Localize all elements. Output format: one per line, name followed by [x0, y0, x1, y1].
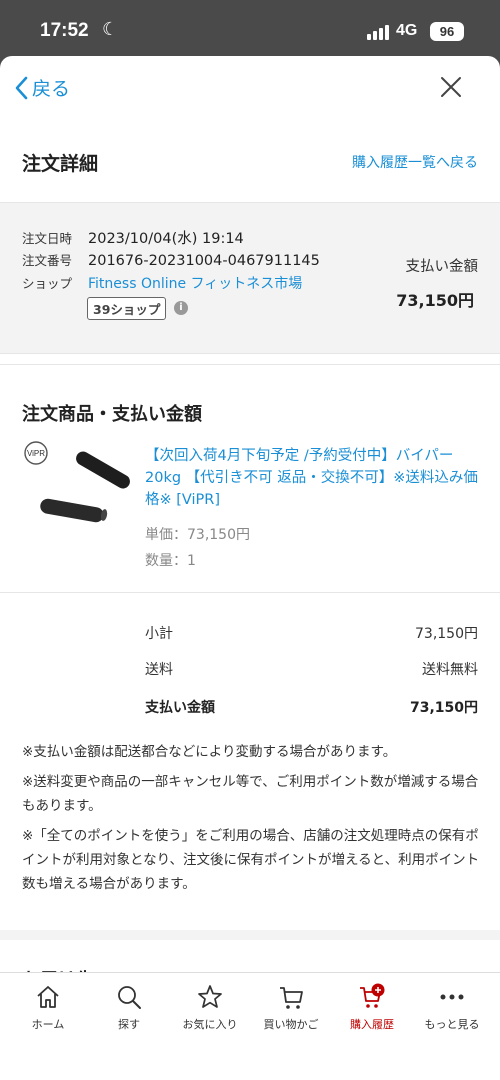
- tab-label: 探す: [118, 1018, 140, 1031]
- order-number-row: 注文番号 201676-20231004-0467911145: [22, 250, 320, 269]
- payment-label: 支払い金額: [405, 259, 479, 275]
- page-header: 注文詳細 購入履歴一覧へ戻る: [0, 124, 500, 202]
- tab-purchase-history[interactable]: 購入履歴: [331, 983, 413, 1032]
- shop-link[interactable]: Fitness Online フィットネス市場: [88, 273, 302, 293]
- shipping-value: 送料無料: [422, 662, 478, 678]
- shipping-row: 送料 送料無料: [145, 659, 478, 679]
- shop-badge: 39ショップ: [87, 297, 167, 320]
- order-date-row: 注文日時 2023/10/04(水) 19:14: [22, 227, 244, 248]
- order-number-value: 201676-20231004-0467911145: [88, 253, 320, 269]
- signal-icon: [367, 24, 389, 40]
- tab-label: ホーム: [31, 1018, 65, 1031]
- chevron-left-icon: [15, 76, 28, 99]
- shop-label: ショップ: [22, 276, 73, 291]
- total-value: 73,150円: [409, 700, 478, 716]
- tab-home[interactable]: ホーム: [7, 983, 89, 1032]
- more-icon: [440, 994, 464, 1000]
- bottom-tab-bar: ホーム 探す お気に入り 買い物かご 購入履歴 もっと見る: [0, 972, 500, 1080]
- tab-favorites[interactable]: お気に入り: [169, 983, 251, 1032]
- history-list-link[interactable]: 購入履歴一覧へ戻る: [352, 152, 478, 172]
- product-logo: ViPR: [27, 449, 45, 458]
- total-label: 支払い金額: [145, 700, 215, 716]
- star-icon: [198, 985, 222, 1008]
- tab-label: 買い物かご: [263, 1018, 319, 1031]
- close-icon[interactable]: [440, 76, 462, 98]
- tab-label: もっと見る: [424, 1018, 480, 1031]
- order-date-label: 注文日時: [22, 231, 73, 246]
- tab-cart[interactable]: 買い物かご: [250, 983, 332, 1032]
- order-items-section: 注文商品・支払い金額 ViPR 【次回入荷4月下旬予定 /予約受付中】バイパー …: [0, 364, 500, 569]
- total-row: 支払い金額 73,150円: [145, 697, 478, 717]
- order-date-value: 2023/10/04(水) 19:14: [88, 231, 244, 247]
- back-button[interactable]: 戻る: [14, 74, 70, 101]
- cart-icon: [280, 987, 303, 1009]
- order-summary: 注文日時 2023/10/04(水) 19:14 注文番号 201676-202…: [0, 202, 500, 354]
- shipping-label: 送料: [145, 662, 173, 678]
- note-item: ※「全てのポイントを使う」をご利用の場合、店舗の注文処理時点の保有ポイントが利用…: [22, 828, 480, 892]
- unit-price: 単価：73,150円: [145, 527, 250, 543]
- quantity: 数量：1: [145, 553, 196, 569]
- payment-amount: 73,150円: [396, 291, 474, 310]
- status-time: 17:52: [40, 20, 89, 41]
- tab-more[interactable]: もっと見る: [411, 983, 493, 1032]
- purchase-history-icon: [360, 983, 385, 1008]
- totals-section: 小計 73,150円 送料 送料無料 支払い金額 73,150円: [0, 592, 500, 716]
- network-label: 4G: [396, 22, 418, 39]
- section-title: 注文商品・支払い金額: [22, 404, 202, 425]
- home-icon: [37, 986, 59, 1008]
- note-item: ※支払い金額は配送都合などにより変動する場合があります。: [22, 744, 397, 760]
- order-detail-sheet: 戻る 注文詳細 購入履歴一覧へ戻る 注文日時 2023/10/04(水) 19:…: [0, 56, 500, 1080]
- notes: ※支払い金額は配送都合などにより変動する場合があります。 ※送料変更や商品の一部…: [22, 740, 482, 902]
- moon-icon: ☾: [102, 19, 119, 40]
- info-icon[interactable]: i: [174, 301, 188, 315]
- battery-icon: 96: [430, 22, 464, 41]
- shop-row: ショップ Fitness Online フィットネス市場: [22, 273, 302, 293]
- search-icon: [118, 986, 141, 1009]
- back-label: 戻る: [32, 78, 71, 100]
- product-name-link[interactable]: 【次回入荷4月下旬予定 /予約受付中】バイパー 20kg 【代引き不可 返品・交…: [145, 445, 480, 511]
- top-nav: 戻る: [0, 56, 500, 124]
- page-title: 注文詳細: [22, 153, 99, 175]
- note-item: ※送料変更や商品の一部キャンセル等で、ご利用ポイント数が増減する場合もあります。: [22, 774, 479, 814]
- tab-label: お気に入り: [182, 1018, 238, 1031]
- subtotal-value: 73,150円: [415, 626, 478, 642]
- status-bar: 17:52 ☾ 4G 96: [0, 0, 500, 60]
- tab-label: 購入履歴: [350, 1018, 394, 1031]
- subtotal-row: 小計 73,150円: [145, 623, 478, 643]
- subtotal-label: 小計: [145, 626, 173, 642]
- tab-search[interactable]: 探す: [88, 983, 170, 1032]
- product-image[interactable]: ViPR: [18, 439, 138, 541]
- order-number-label: 注文番号: [22, 253, 73, 268]
